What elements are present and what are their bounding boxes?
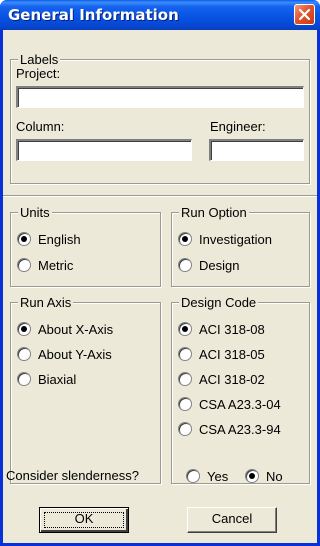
run-axis-x-radio[interactable]: About X-Axis <box>17 321 113 337</box>
radio-label: Investigation <box>199 231 272 247</box>
ok-button[interactable]: OK <box>39 507 129 533</box>
radio-button-icon <box>186 469 200 483</box>
radio-button-icon <box>178 397 192 411</box>
cancel-button-label: Cancel <box>211 511 253 526</box>
radio-label: CSA A23.3-04 <box>199 396 281 412</box>
close-icon <box>298 8 311 21</box>
design-code-group: Design Code ACI 318-08 ACI 318-05 ACI 31… <box>171 295 310 484</box>
radio-button-icon <box>178 422 192 436</box>
radio-label: CSA A23.3-94 <box>199 421 281 437</box>
run-option-legend: Run Option <box>179 205 249 220</box>
run-axis-biaxial-radio[interactable]: Biaxial <box>17 371 76 387</box>
column-label: Column: <box>16 119 65 134</box>
title-bar[interactable]: General Information <box>0 0 320 30</box>
run-option-design-radio[interactable]: Design <box>178 257 239 273</box>
focus-rectangle <box>44 512 124 528</box>
run-option-investigation-radio[interactable]: Investigation <box>178 231 272 247</box>
radio-button-icon <box>178 232 192 246</box>
window-title: General Information <box>8 6 179 24</box>
project-input[interactable] <box>16 86 304 108</box>
radio-label: About Y-Axis <box>38 346 112 362</box>
design-code-aci-318-08-radio[interactable]: ACI 318-08 <box>178 321 265 337</box>
run-axis-legend: Run Axis <box>18 295 74 310</box>
slenderness-label: Consider slenderness? <box>6 468 139 483</box>
units-legend: Units <box>18 205 52 220</box>
radio-label: English <box>38 231 81 247</box>
radio-button-icon <box>17 372 31 386</box>
units-group: Units English Metric <box>10 205 161 287</box>
run-axis-group: Run Axis About X-Axis About Y-Axis Biaxi… <box>10 295 161 484</box>
radio-label: ACI 318-02 <box>199 371 265 387</box>
units-english-radio[interactable]: English <box>17 231 81 247</box>
radio-button-icon <box>17 232 31 246</box>
radio-label: Biaxial <box>38 371 77 387</box>
design-code-csa-a23-3-94-radio[interactable]: CSA A23.3-94 <box>178 421 281 437</box>
design-code-csa-a23-3-04-radio[interactable]: CSA A23.3-04 <box>178 396 281 412</box>
labels-legend: Labels <box>18 52 61 67</box>
design-code-aci-318-02-radio[interactable]: ACI 318-02 <box>178 371 265 387</box>
cancel-button[interactable]: Cancel <box>187 507 277 533</box>
separator <box>3 195 317 197</box>
engineer-label: Engineer: <box>210 119 266 134</box>
radio-button-icon <box>17 258 31 272</box>
radio-button-icon <box>178 258 192 272</box>
radio-button-icon <box>178 347 192 361</box>
slenderness-no-radio[interactable]: No <box>245 468 283 484</box>
design-code-aci-318-05-radio[interactable]: ACI 318-05 <box>178 346 265 362</box>
project-label: Project: <box>16 66 61 81</box>
radio-label: About X-Axis <box>38 321 114 337</box>
run-option-group: Run Option Investigation Design <box>171 205 310 287</box>
radio-label: ACI 318-08 <box>199 321 265 337</box>
radio-label: Yes <box>207 468 229 484</box>
radio-label: No <box>266 468 283 484</box>
radio-label: ACI 318-05 <box>199 346 265 362</box>
labels-group: Labels Project: Column: Engineer: <box>10 52 310 184</box>
radio-label: Design <box>199 257 240 273</box>
radio-button-icon <box>178 322 192 336</box>
close-button[interactable] <box>294 4 315 25</box>
radio-button-icon <box>17 347 31 361</box>
engineer-input[interactable] <box>209 139 304 161</box>
column-input[interactable] <box>16 139 192 161</box>
radio-label: Metric <box>38 257 74 273</box>
slenderness-yes-radio[interactable]: Yes <box>186 468 228 484</box>
general-information-dialog: General Information Labels Project: Colu… <box>0 0 320 546</box>
units-metric-radio[interactable]: Metric <box>17 257 73 273</box>
radio-button-icon <box>178 372 192 386</box>
run-axis-y-radio[interactable]: About Y-Axis <box>17 346 112 362</box>
radio-button-icon <box>17 322 31 336</box>
design-code-legend: Design Code <box>179 295 259 310</box>
radio-button-icon <box>245 469 259 483</box>
